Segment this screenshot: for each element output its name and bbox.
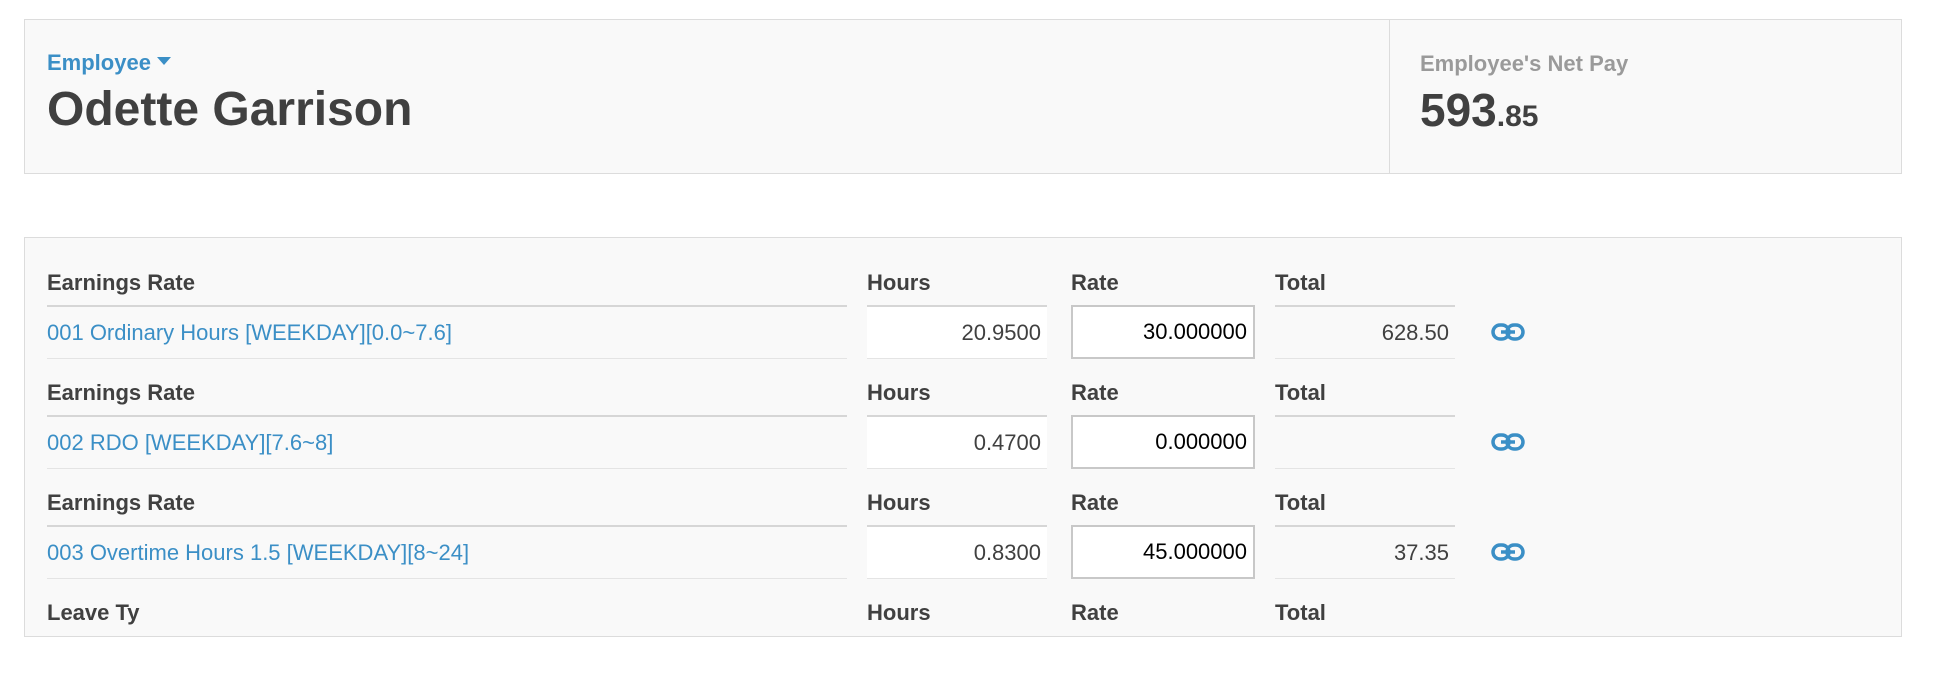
net-pay-dollars: 593	[1420, 84, 1497, 136]
header-hours: Hours	[867, 380, 931, 405]
employee-label: Employee	[47, 50, 151, 75]
employee-name: Odette Garrison	[47, 83, 413, 136]
header-leave-type: Leave Ty	[47, 600, 140, 625]
header-total: Total	[1275, 380, 1326, 405]
header-hours: Hours	[867, 600, 931, 625]
employee-panel: Employee Odette Garrison Employee's Net …	[24, 19, 1902, 174]
link-icon[interactable]	[1491, 432, 1525, 452]
net-pay-cents: .85	[1496, 100, 1539, 133]
net-pay-section: Employee's Net Pay 593.85	[1389, 20, 1901, 173]
earnings-line: Earnings Rate Hours Rate Total 003 Overt…	[25, 458, 1901, 579]
header-hours: Hours	[867, 270, 931, 295]
header-total: Total	[1275, 270, 1326, 295]
employee-dropdown[interactable]: Employee	[47, 50, 171, 76]
header-rate: Rate	[1071, 380, 1119, 405]
header-rate: Rate	[1071, 490, 1119, 515]
leave-line: Leave Ty Hours Rate Total	[25, 568, 1901, 679]
header-rate: Rate	[1071, 600, 1119, 625]
link-icon[interactable]	[1491, 322, 1525, 342]
header-earnings-rate: Earnings Rate	[47, 270, 195, 295]
earnings-panel: Earnings Rate Hours Rate Total 001 Ordin…	[24, 237, 1902, 637]
header-total: Total	[1275, 600, 1326, 625]
link-icon[interactable]	[1491, 542, 1525, 562]
earnings-line: Earnings Rate Hours Rate Total 001 Ordin…	[25, 238, 1901, 359]
employee-info: Employee Odette Garrison	[47, 50, 412, 134]
caret-down-icon	[156, 57, 171, 65]
earnings-line: Earnings Rate Hours Rate Total 002 RDO […	[25, 348, 1901, 469]
header-rate: Rate	[1071, 270, 1119, 295]
net-pay-value: 593.85	[1420, 87, 1901, 133]
net-pay-label: Employee's Net Pay	[1420, 51, 1629, 76]
header-earnings-rate: Earnings Rate	[47, 490, 195, 515]
header-earnings-rate: Earnings Rate	[47, 380, 195, 405]
header-total: Total	[1275, 490, 1326, 515]
header-hours: Hours	[867, 490, 931, 515]
